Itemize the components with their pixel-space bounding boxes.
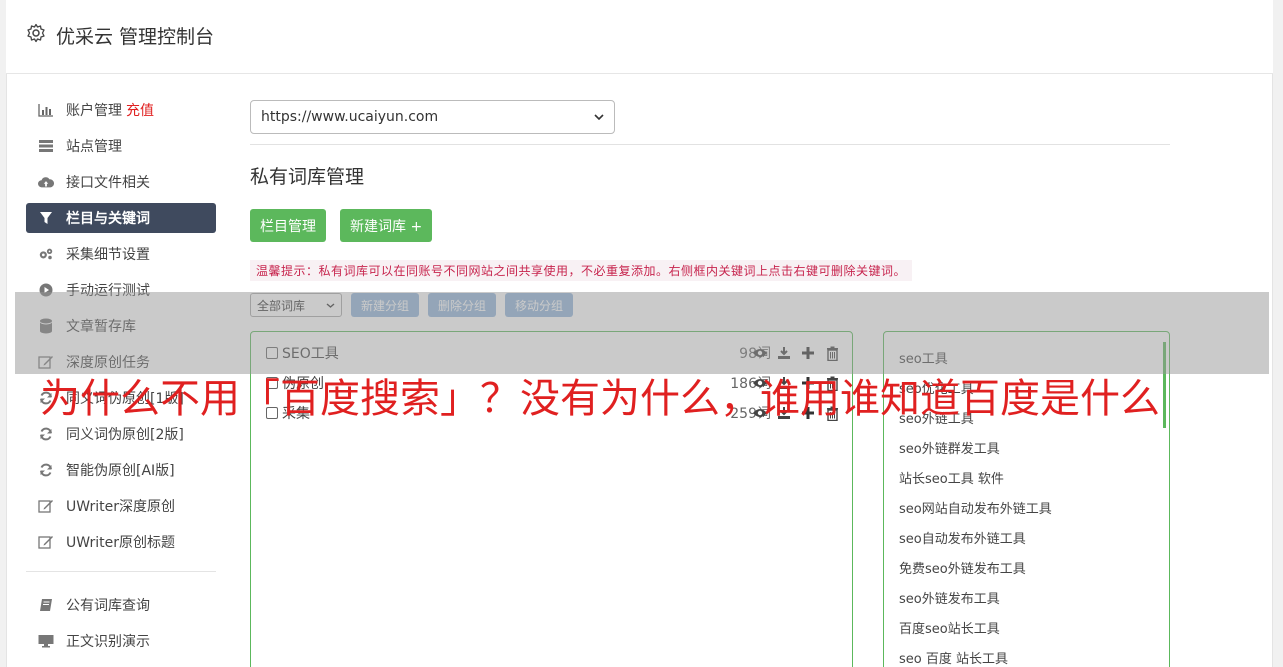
sidebar-item-label: 账户管理	[66, 103, 122, 119]
keyword-item[interactable]: seo网站自动发布外链工具	[899, 498, 1052, 517]
sidebar-item-uwriter-deep[interactable]: UWriter深度原创	[26, 491, 216, 521]
gear-icon	[27, 23, 45, 43]
refresh-icon	[38, 426, 54, 442]
sidebar-item-label: 栏目与关键词	[66, 211, 150, 227]
refresh-icon	[38, 462, 54, 478]
sidebar-item-label: 公有词库查询	[66, 598, 150, 614]
app-title: 优采云 管理控制台	[56, 26, 215, 48]
divider	[250, 144, 1170, 145]
sidebar-item-label: 同义词伪原创[2版]	[66, 427, 184, 443]
overlay-headline: 为什么不用「百度搜索」？没有为什么，谁用谁知道百度是什么	[40, 376, 1160, 422]
new-library-button[interactable]: 新建词库 +	[340, 209, 433, 242]
cloud-upload-icon	[38, 174, 54, 190]
main-content: https://www.ucaiyun.com 私有词库管理 栏目管理 新建词库…	[250, 100, 1170, 667]
recharge-link[interactable]: 充值	[126, 100, 154, 120]
top-bar: 优采云 管理控制台	[6, 0, 1273, 74]
monitor-icon	[38, 633, 54, 649]
site-select[interactable]: https://www.ucaiyun.com	[250, 100, 615, 134]
keyword-item[interactable]: 免费seo外链发布工具	[899, 558, 1026, 577]
page-title: 私有词库管理	[250, 166, 365, 188]
sidebar-item-uwriter-title[interactable]: UWriter原创标题	[26, 527, 216, 557]
tip-text: 温馨提示：私有词库可以在同账号不同网站之间共享使用，不必重复添加。右侧框内关键词…	[250, 260, 913, 281]
sidebar-item-public-lib[interactable]: 公有词库查询	[26, 590, 216, 620]
sidebar-item-text-recognition[interactable]: 正文识别演示	[26, 626, 216, 656]
keyword-item[interactable]: seo外链发布工具	[899, 588, 1000, 607]
keyword-item[interactable]: 站长seo工具 软件	[899, 468, 1004, 487]
overlay-band	[15, 292, 1269, 374]
edit-icon	[38, 534, 54, 550]
edit-icon	[38, 498, 54, 514]
server-icon	[38, 138, 54, 154]
sidebar-item-collect-settings[interactable]: 采集细节设置	[26, 239, 216, 269]
sidebar-item-interface[interactable]: 接口文件相关	[26, 167, 216, 197]
filter-icon	[38, 210, 54, 226]
bar-chart-icon	[38, 102, 54, 118]
keyword-item[interactable]: 百度seo站长工具	[899, 618, 1000, 637]
sidebar-item-label: 站点管理	[66, 139, 122, 155]
sidebar-item-columns-keywords[interactable]: 栏目与关键词	[26, 203, 216, 233]
sidebar-item-label: 采集细节设置	[66, 247, 150, 263]
sidebar-item-account[interactable]: 账户管理 充值	[26, 95, 216, 125]
book-icon	[38, 597, 54, 613]
keyword-item[interactable]: seo自动发布外链工具	[899, 528, 1026, 547]
site-select-value: https://www.ucaiyun.com	[261, 109, 439, 125]
category-manage-button[interactable]: 栏目管理	[250, 209, 326, 242]
sidebar-divider	[26, 571, 216, 572]
sidebar-item-label: 正文识别演示	[66, 634, 150, 650]
sidebar-item-label: UWriter原创标题	[66, 535, 175, 551]
gears-icon	[38, 246, 54, 262]
sidebar-item-label: 接口文件相关	[66, 175, 150, 191]
sidebar-item-ai-rewrite[interactable]: 智能伪原创[AI版]	[26, 455, 216, 485]
sidebar-item-label: UWriter深度原创	[66, 499, 175, 515]
chevron-down-icon	[594, 114, 604, 120]
sidebar-item-label: 智能伪原创[AI版]	[66, 463, 175, 479]
sidebar-item-sites[interactable]: 站点管理	[26, 131, 216, 161]
sidebar-item-synonym-v2[interactable]: 同义词伪原创[2版]	[26, 419, 216, 449]
keyword-item[interactable]: seo 百度 站长工具	[899, 648, 1008, 667]
keyword-item[interactable]: seo外链群发工具	[899, 438, 1000, 457]
